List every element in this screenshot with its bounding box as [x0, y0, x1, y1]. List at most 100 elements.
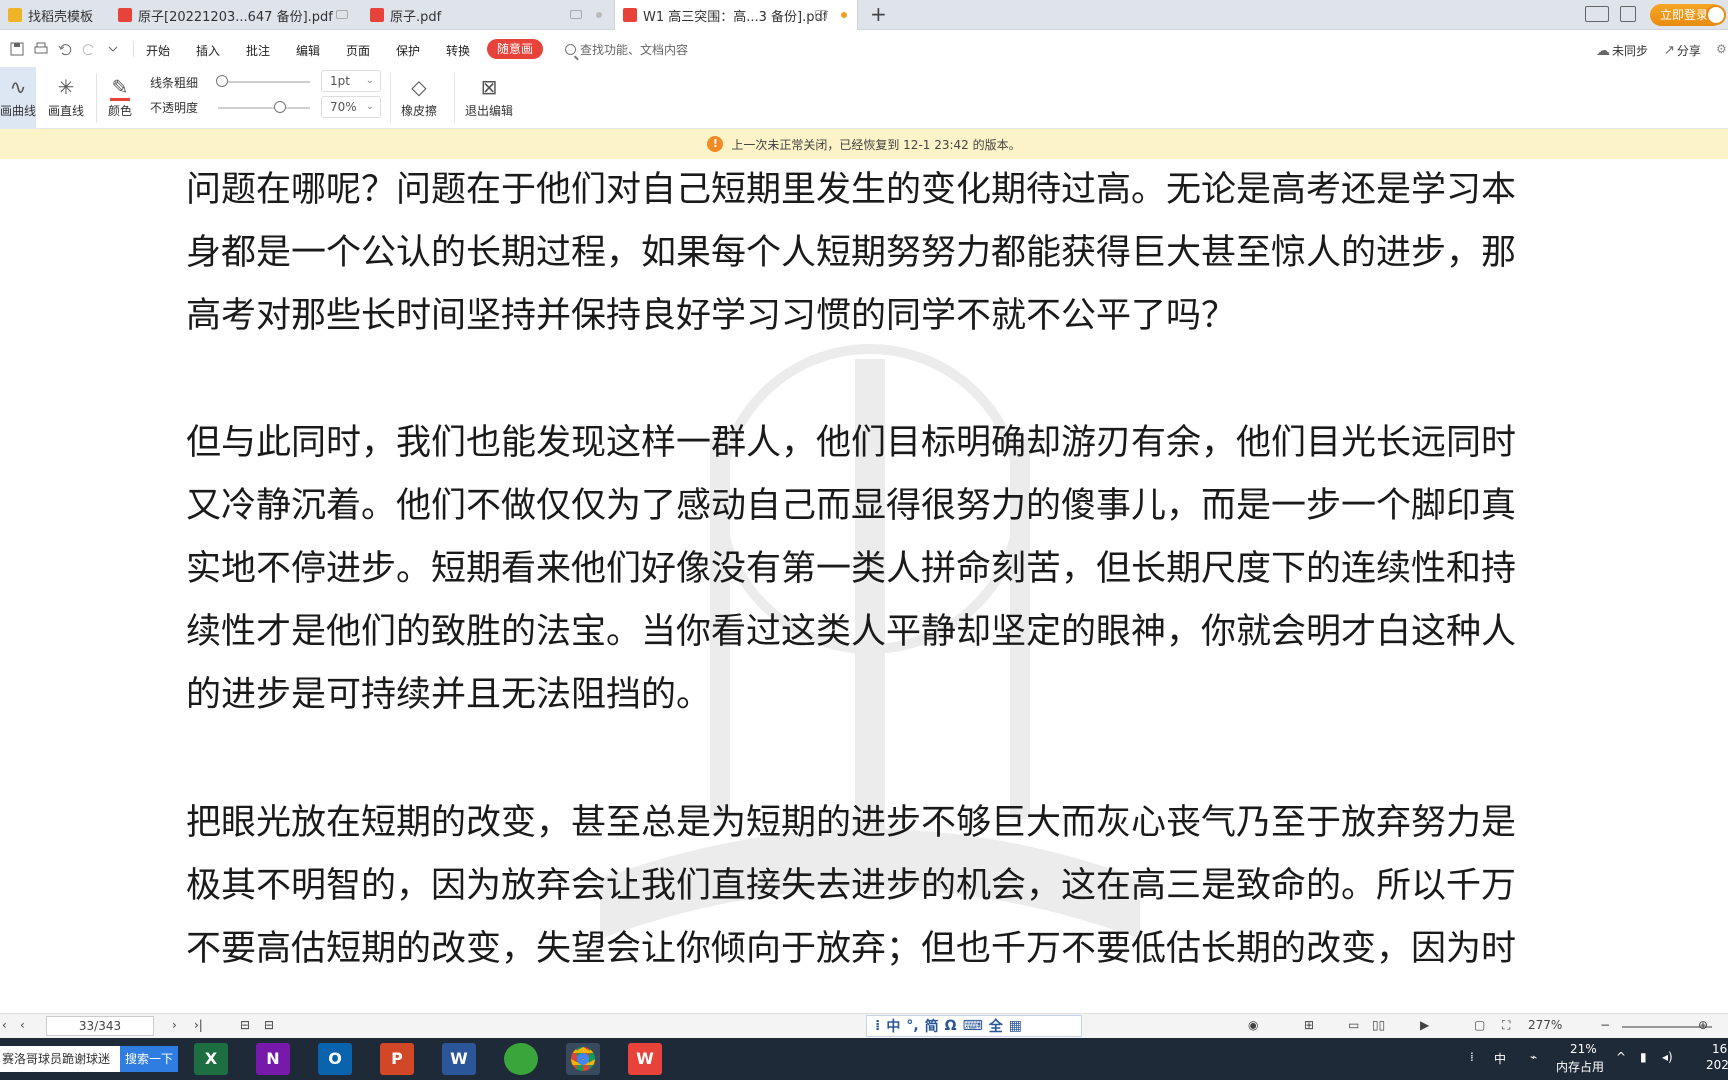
tab-bar: 找稻壳模板 原子[20221203...647 备份].pdf 原子.pdf W… [0, 0, 1728, 30]
search-icon [565, 44, 576, 55]
ime-fullwidth[interactable]: 全 [989, 1016, 1003, 1036]
status-bar: ‹ ‹ 33/343 › ›| ⊟ ⊟ ⁞ 中 °, 简 Ω ⌨ 全 ▦ ◉ ⊞… [0, 1013, 1728, 1038]
opacity-slider[interactable] [218, 107, 310, 109]
volume-icon[interactable]: ◂) [1662, 1050, 1673, 1064]
menu-edit[interactable]: 编辑 [296, 42, 320, 59]
menu-protect[interactable]: 保护 [396, 42, 420, 59]
menu-convert[interactable]: 转换 [446, 42, 470, 59]
eye-icon[interactable]: ◉ [1248, 1018, 1258, 1032]
word-icon[interactable]: W [442, 1043, 476, 1075]
share-button[interactable]: ↗ 分享 [1664, 42, 1701, 59]
paragraph: 问题在哪呢？问题在于他们对自己短期里发生的变化期待过高。无论是高考还是学习本 身… [186, 159, 1576, 348]
redo-icon[interactable] [82, 42, 96, 56]
tab-label: 找稻壳模板 [28, 9, 94, 25]
memory-percent: 21% [1570, 1042, 1597, 1056]
ime-logo-icon: ⁞ [875, 1018, 881, 1034]
sync-label: 未同步 [1612, 44, 1649, 58]
draw-line-button[interactable]: ✳ 画直线 [44, 67, 88, 129]
tab-label: 原子.pdf [390, 9, 442, 25]
draw-curve-button[interactable]: ∿ 画曲线 [0, 67, 36, 129]
window-icon[interactable] [336, 10, 348, 19]
opacity-select[interactable]: 70% ⌄ [321, 96, 381, 118]
wifi-icon[interactable]: ▮ [1640, 1050, 1647, 1064]
ime-chinese[interactable]: 中 [886, 1016, 900, 1036]
back-icon[interactable]: ⊟ [240, 1018, 250, 1032]
window-icon[interactable] [815, 10, 827, 19]
undo-icon[interactable] [58, 42, 72, 56]
unsaved-dot-icon [841, 12, 847, 18]
taskbar-search-input[interactable]: 赛洛哥球员跪谢球迷 [0, 1046, 120, 1072]
chevron-down-icon[interactable] [106, 42, 120, 56]
layout-icon[interactable] [1585, 6, 1609, 22]
exit-edit-button[interactable]: ⊠ 退出编辑 [462, 67, 516, 129]
prev-page-icon[interactable]: ‹ [20, 1018, 25, 1032]
ime-tray-icon[interactable]: ⁞ [1470, 1050, 1474, 1064]
wps-icon[interactable]: W [628, 1043, 662, 1075]
opacity-knob[interactable] [274, 101, 286, 113]
ime-mode[interactable]: 中 [1494, 1050, 1506, 1067]
line-width-knob[interactable] [216, 75, 228, 87]
paragraph: 把眼光放在短期的改变，甚至总是为短期的进步不够巨大而灰心丧气乃至于放弃努力是 极… [186, 792, 1576, 981]
new-tab-icon[interactable]: + [870, 2, 887, 26]
outlook-icon[interactable]: O [318, 1043, 352, 1075]
chevron-up-icon[interactable]: ^ [1616, 1050, 1626, 1064]
tab-pdf-yuanzi[interactable]: 原子.pdf [362, 0, 612, 30]
grid-icon[interactable] [1620, 6, 1636, 22]
text-line: 把眼光放在短期的改变，甚至总是为短期的进步不够巨大而灰心丧气乃至于放弃努力是 [186, 803, 1517, 843]
color-button[interactable]: ✎ 颜色 [102, 67, 138, 129]
actual-size-icon[interactable]: ▢ [1474, 1018, 1485, 1032]
settings-icon[interactable]: ⚙ [1716, 42, 1727, 56]
grid-icon[interactable]: ▦ [1009, 1018, 1022, 1034]
onenote-icon[interactable]: N [256, 1043, 290, 1075]
powerpoint-icon[interactable]: P [380, 1043, 414, 1075]
keyboard-icon[interactable]: ⌨ [963, 1018, 983, 1034]
save-icon[interactable] [10, 42, 24, 56]
page-number-input[interactable]: 33/343 [46, 1016, 154, 1036]
menu-start[interactable]: 开始 [146, 42, 170, 59]
tab-template[interactable]: 找稻壳模板 [0, 0, 108, 30]
text-line: 身都是一个公认的长期过程，如果每个人短期努努力都能获得巨大甚至惊人的进步，那 [186, 233, 1517, 273]
chrome-icon[interactable] [566, 1043, 600, 1075]
single-page-icon[interactable]: ▭ [1348, 1018, 1359, 1032]
green-app-icon[interactable] [504, 1043, 538, 1075]
window-icon[interactable] [570, 10, 582, 19]
opacity-label: 不透明度 [150, 101, 199, 115]
sync-status[interactable]: ☁ 未同步 [1596, 42, 1648, 59]
function-search[interactable]: 查找功能、文档内容 [565, 41, 688, 58]
play-icon[interactable]: ▶ [1420, 1018, 1429, 1032]
zoom-out-icon[interactable]: − [1600, 1018, 1610, 1032]
excel-icon[interactable]: X [194, 1043, 228, 1075]
network-icon[interactable]: ⌁ [1530, 1050, 1537, 1064]
avatar[interactable] [1706, 5, 1726, 25]
chevron-down-icon: ⌄ [365, 75, 374, 86]
exit-icon: ⊠ [480, 75, 498, 99]
next-page-icon[interactable]: › [172, 1018, 177, 1032]
menu-insert[interactable]: 插入 [196, 42, 220, 59]
tab-pdf-active[interactable]: W1 高三突围：高...3 备份].pdf [614, 0, 858, 30]
zoom-in-icon[interactable]: ⊕ [1698, 1018, 1708, 1032]
double-page-icon[interactable]: ▯▯ [1372, 1018, 1385, 1032]
os-taskbar: 赛洛哥球员跪谢球迷 搜索一下 X N O P W W ⁞ 中 ⌁ 21% 内存占… [0, 1038, 1728, 1080]
first-page-icon[interactable]: ‹ [2, 1018, 7, 1032]
ime-symbols[interactable]: Ω [945, 1018, 957, 1034]
fit-page-icon[interactable]: ⛶ [1502, 1018, 1510, 1033]
tab-pdf-backup[interactable]: 原子[20221203...647 备份].pdf [110, 0, 358, 30]
ime-punctuation[interactable]: °, [906, 1018, 918, 1034]
ime-toolbar[interactable]: ⁞ 中 °, 简 Ω ⌨ 全 ▦ [866, 1015, 1082, 1037]
print-icon[interactable] [34, 42, 48, 56]
line-width-slider[interactable] [222, 81, 310, 83]
eraser-button[interactable]: ◇ 橡皮擦 [396, 67, 442, 129]
taskbar-search-button[interactable]: 搜索一下 [120, 1046, 178, 1072]
tab-freehand[interactable]: 随意画 [487, 39, 543, 59]
zoom-level[interactable]: 277% [1528, 1018, 1562, 1032]
menu-page[interactable]: 页面 [346, 42, 370, 59]
line-width-select[interactable]: 1pt ⌄ [321, 70, 381, 92]
curve-icon: ∿ [9, 75, 27, 99]
fit-width-icon[interactable]: ⊞ [1304, 1018, 1314, 1032]
ime-simplified[interactable]: 简 [925, 1016, 939, 1036]
forward-icon[interactable]: ⊟ [264, 1018, 274, 1032]
menu-annotate[interactable]: 批注 [246, 42, 270, 59]
last-page-icon[interactable]: ›| [194, 1018, 203, 1032]
document-view[interactable]: 问题在哪呢？问题在于他们对自己短期里发生的变化期待过高。无论是高考还是学习本 身… [0, 159, 1728, 1020]
warning-icon: ! [707, 136, 724, 152]
